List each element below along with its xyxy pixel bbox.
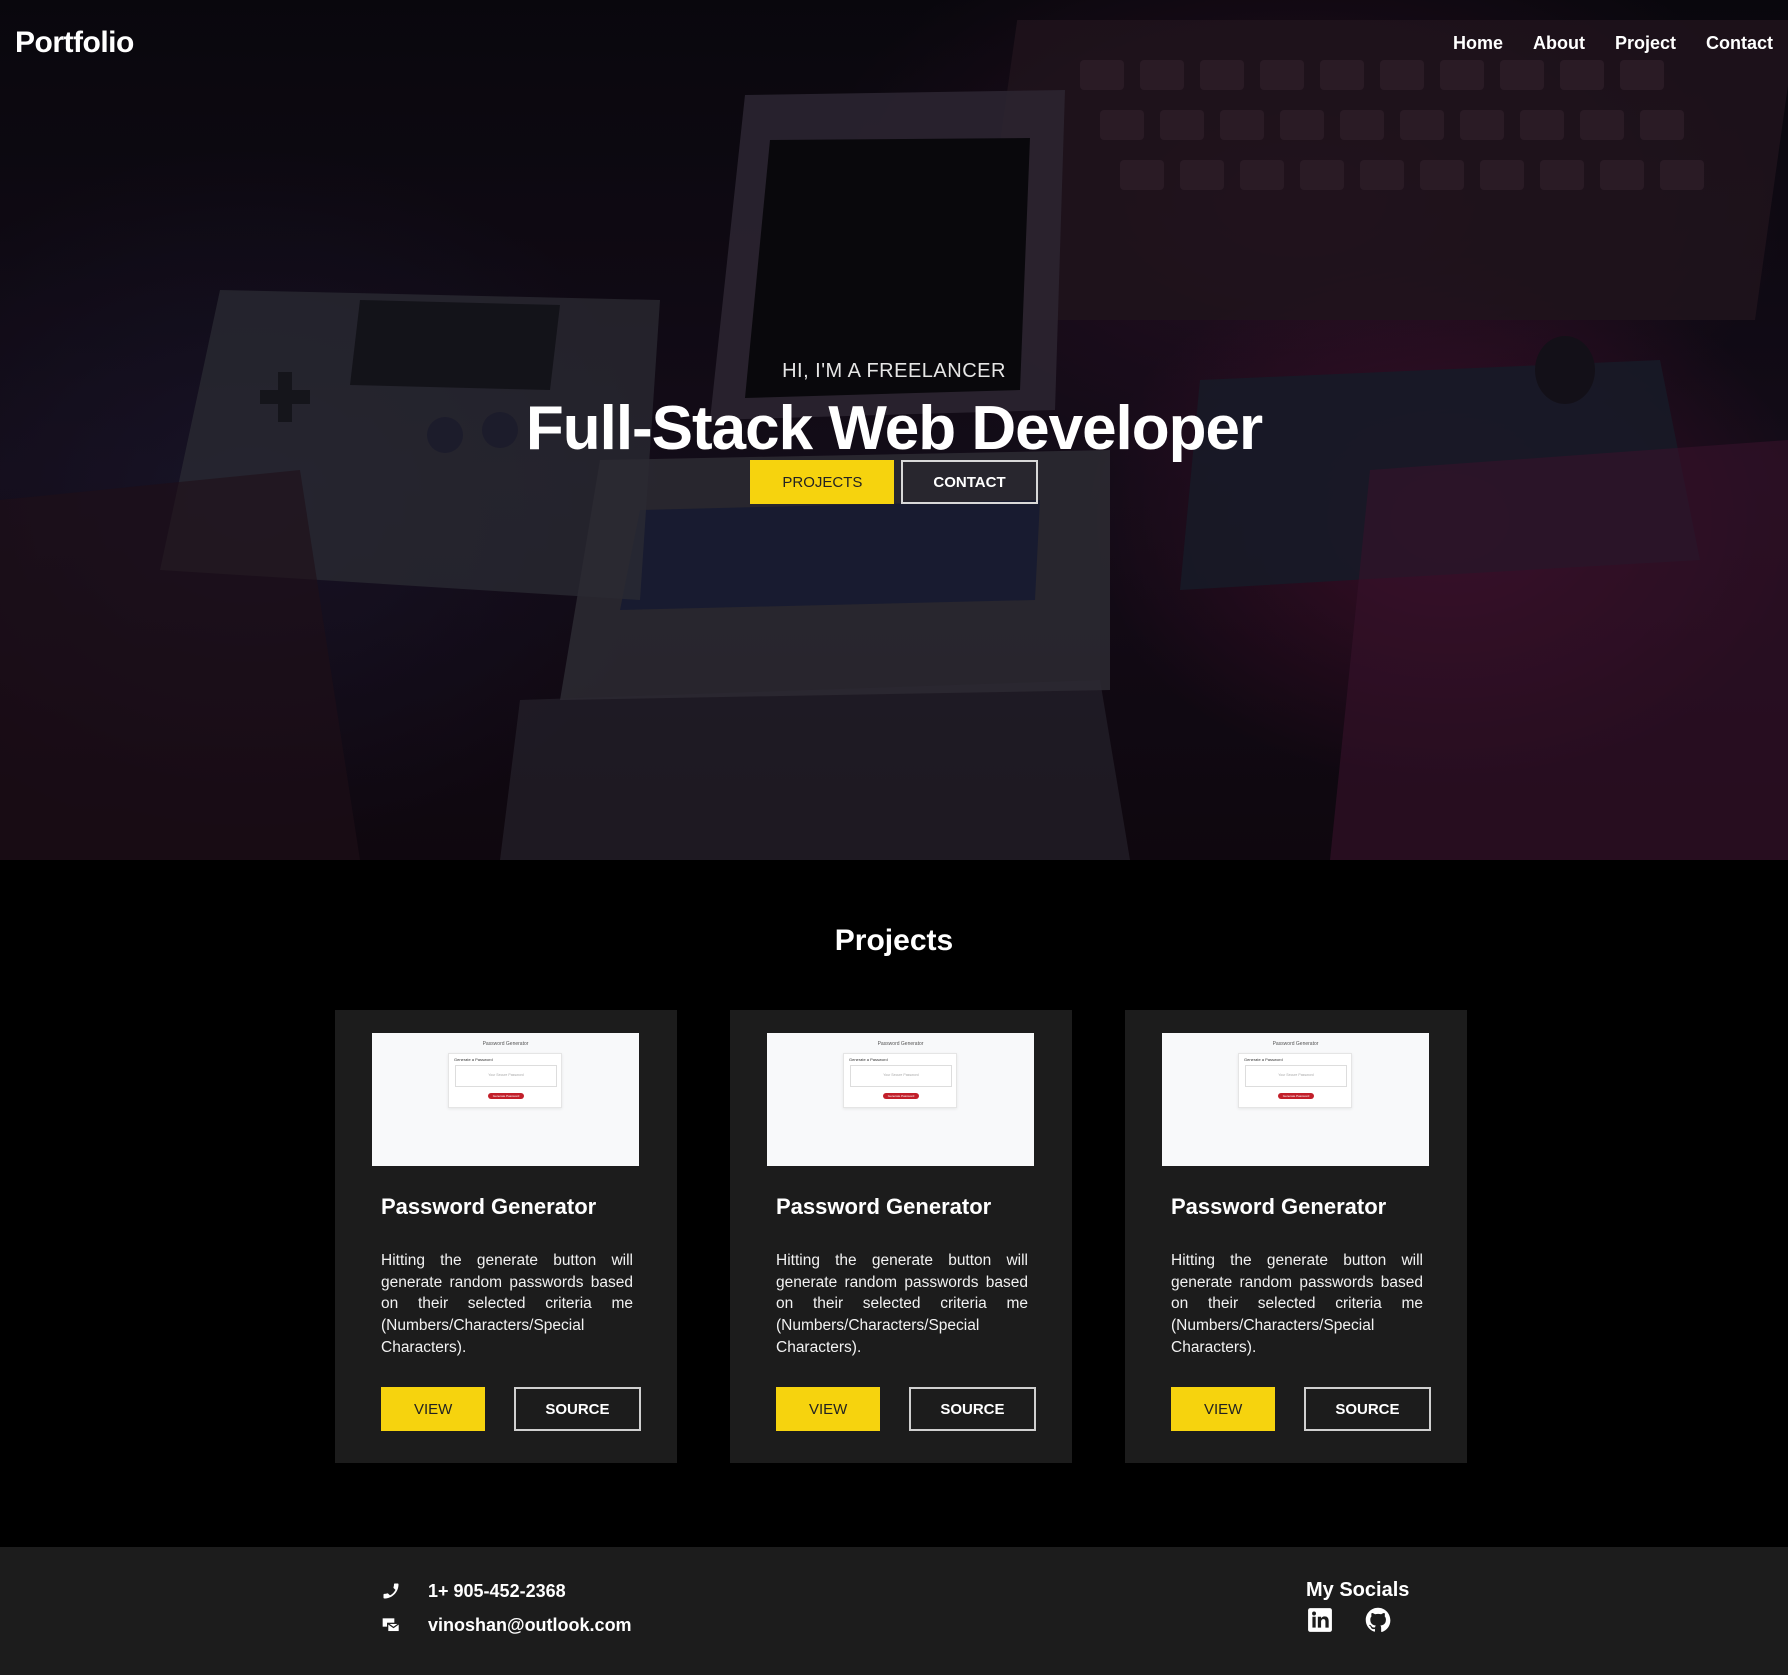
thumbnail-generate-button: Generate Password <box>883 1093 919 1099</box>
nav-link-about[interactable]: About <box>1533 33 1585 54</box>
hero-content: HI, I'M A FREELANCER Full-Stack Web Deve… <box>0 360 1788 504</box>
project-description: Hitting the generate button will generat… <box>776 1252 1028 1356</box>
social-icons <box>1306 1606 1409 1634</box>
email-address[interactable]: vinoshan@outlook.com <box>428 1615 632 1636</box>
projects-title: Projects <box>834 924 954 957</box>
view-button[interactable]: VIEW <box>381 1387 486 1431</box>
github-icon[interactable] <box>1364 1606 1392 1634</box>
view-button[interactable]: VIEW <box>776 1387 881 1431</box>
phone-number[interactable]: 1+ 905-452-2368 <box>428 1581 566 1602</box>
nav-link-home[interactable]: Home <box>1453 33 1503 54</box>
thumbnail-field: Your Secure Password <box>1245 1065 1347 1087</box>
thumbnail-label: Generate a Password <box>454 1057 493 1062</box>
thumbnail-button-label: Generate Password <box>1282 1094 1310 1098</box>
project-cards: Password Generator Generate a Password Y… <box>335 1010 1467 1463</box>
project-thumbnail[interactable]: Password Generator Generate a Password Y… <box>1162 1033 1429 1166</box>
thumbnail-title: Password Generator <box>1272 1041 1319 1047</box>
thumbnail-field: Your Secure Password <box>455 1065 557 1087</box>
thumbnail-panel: Generate a Password Your Secure Password… <box>843 1053 957 1108</box>
view-button[interactable]: VIEW <box>1171 1387 1276 1431</box>
project-card: Password Generator Generate a Password Y… <box>730 1010 1072 1463</box>
thumbnail-button-label: Generate Password <box>492 1094 520 1098</box>
project-title: Password Generator <box>1171 1194 1387 1219</box>
hero-kicker: HI, I'M A FREELANCER <box>782 360 1006 382</box>
hero-actions: PROJECTS CONTACT <box>0 460 1788 504</box>
thumbnail-generate-button: Generate Password <box>1278 1093 1314 1099</box>
nav-link-contact[interactable]: Contact <box>1706 33 1773 54</box>
email-icon <box>380 1614 402 1636</box>
nav-link-project[interactable]: Project <box>1615 33 1676 54</box>
contact-button[interactable]: CONTACT <box>901 460 1038 504</box>
contact-phone: 1+ 905-452-2368 <box>380 1580 566 1602</box>
source-button[interactable]: SOURCE <box>909 1387 1036 1431</box>
thumbnail-label: Generate a Password <box>849 1057 888 1062</box>
thumbnail-placeholder: Your Secure Password <box>883 1073 919 1077</box>
project-description: Hitting the generate button will generat… <box>381 1252 633 1356</box>
thumbnail-field: Your Secure Password <box>850 1065 952 1087</box>
project-actions: VIEW SOURCE <box>381 1387 641 1431</box>
footer: 1+ 905-452-2368 vinoshan@outlook.com My … <box>0 1547 1788 1675</box>
project-actions: VIEW SOURCE <box>776 1387 1036 1431</box>
thumbnail-label: Generate a Password <box>1244 1057 1283 1062</box>
navbar: Portfolio Home About Project Contact <box>0 0 1788 86</box>
contact-email: vinoshan@outlook.com <box>380 1614 632 1636</box>
hero-title: Full-Stack Web Developer <box>525 394 1263 463</box>
project-description: Hitting the generate button will generat… <box>1171 1252 1423 1356</box>
project-actions: VIEW SOURCE <box>1171 1387 1431 1431</box>
thumbnail-button-label: Generate Password <box>887 1094 915 1098</box>
project-thumbnail[interactable]: Password Generator Generate a Password Y… <box>767 1033 1034 1166</box>
thumbnail-placeholder: Your Secure Password <box>488 1073 524 1077</box>
phone-icon <box>380 1580 402 1602</box>
source-button[interactable]: SOURCE <box>514 1387 641 1431</box>
projects-section: Projects Password Generator Generate a P… <box>0 860 1788 1547</box>
project-title: Password Generator <box>381 1194 597 1219</box>
project-title: Password Generator <box>776 1194 992 1219</box>
site-logo[interactable]: Portfolio <box>15 26 134 60</box>
project-thumbnail[interactable]: Password Generator Generate a Password Y… <box>372 1033 639 1166</box>
thumbnail-title: Password Generator <box>482 1041 529 1047</box>
source-button[interactable]: SOURCE <box>1304 1387 1431 1431</box>
thumbnail-generate-button: Generate Password <box>488 1093 524 1099</box>
linkedin-icon[interactable] <box>1306 1606 1334 1634</box>
thumbnail-panel: Generate a Password Your Secure Password… <box>448 1053 562 1108</box>
socials-title: My Socials <box>1306 1579 1410 1601</box>
project-card: Password Generator Generate a Password Y… <box>1125 1010 1467 1463</box>
nav-links: Home About Project Contact <box>1423 33 1773 54</box>
project-card: Password Generator Generate a Password Y… <box>335 1010 677 1463</box>
hero-section: Portfolio Home About Project Contact HI,… <box>0 0 1788 860</box>
thumbnail-title: Password Generator <box>877 1041 924 1047</box>
projects-button[interactable]: PROJECTS <box>750 460 895 504</box>
socials: My Socials <box>1306 1579 1409 1634</box>
thumbnail-placeholder: Your Secure Password <box>1278 1073 1314 1077</box>
thumbnail-panel: Generate a Password Your Secure Password… <box>1238 1053 1352 1108</box>
